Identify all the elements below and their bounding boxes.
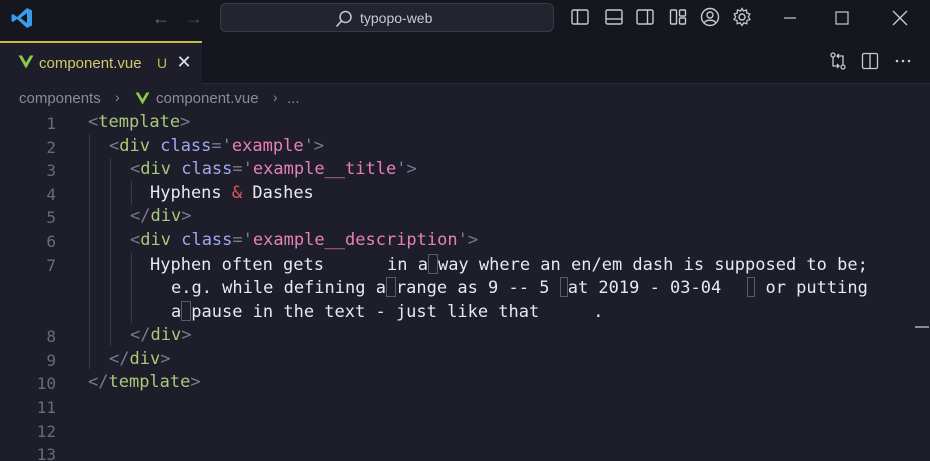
code-line: Hyphens & Dashes (150, 183, 314, 203)
breadcrumb-folder[interactable]: components (19, 90, 101, 107)
customize-layout-icon[interactable] (668, 7, 688, 27)
command-center-search[interactable]: typopo-web (220, 3, 554, 32)
line-number: 7 (46, 256, 56, 275)
code-line-wrapped: a pause in the text - just like that. (171, 301, 604, 322)
toggle-panel-icon[interactable] (604, 7, 624, 27)
line-number: 6 (46, 232, 56, 251)
code-line-wrapped: e.g. while defining a range as 9 -- 5 at … (171, 277, 868, 298)
unicode-highlight (559, 277, 568, 297)
code-line: </div> (130, 206, 192, 226)
close-window-icon[interactable] (888, 6, 912, 30)
maximize-icon[interactable] (830, 6, 854, 30)
code-editor[interactable]: 1 2 3 4 5 6 7 8 9 10 11 12 13 <template>… (0, 110, 930, 461)
minimap-cursor-marker (915, 326, 929, 328)
tab-component-vue[interactable]: component.vue U ✕ (0, 41, 202, 84)
search-icon (335, 10, 352, 28)
line-number: 11 (36, 398, 56, 417)
more-actions-icon[interactable] (893, 51, 913, 71)
minimize-icon[interactable] (778, 6, 802, 30)
breadcrumb-file[interactable]: component.vue (156, 90, 259, 107)
line-number: 12 (36, 422, 56, 441)
line-number: 5 (46, 208, 56, 227)
code-line: </div> (109, 349, 171, 369)
editor-tab-bar: component.vue U ✕ (0, 36, 930, 84)
toggle-primary-sidebar-icon[interactable] (570, 7, 590, 27)
line-number: 4 (46, 185, 56, 204)
unicode-highlight (181, 301, 192, 321)
code-line: Hyphen often gets in a way where an en/em … (150, 254, 868, 275)
split-editor-icon[interactable] (860, 51, 880, 71)
line-number: 8 (46, 327, 56, 346)
indent-guide (131, 181, 132, 205)
vscode-logo-icon[interactable] (10, 6, 34, 30)
line-number: 3 (46, 161, 56, 180)
code-line: <div class='example'> (109, 136, 325, 156)
breadcrumb: components › component.vue › ... (0, 86, 930, 110)
indent-guide (110, 158, 111, 346)
breadcrumb-ellipsis[interactable]: ... (287, 90, 300, 107)
tab-close-icon[interactable]: ✕ (176, 53, 192, 71)
code-line: <div class='example__description'> (130, 230, 479, 250)
vue-file-icon (135, 92, 150, 105)
code-line: <div class='example__title'> (130, 159, 417, 179)
line-number: 10 (36, 374, 56, 393)
vue-file-icon (18, 55, 34, 69)
line-number: 9 (46, 351, 56, 370)
chevron-right-icon: › (273, 89, 278, 105)
indent-guide (89, 134, 90, 369)
line-number: 13 (36, 445, 56, 461)
code-line: </div> (130, 325, 192, 345)
tab-label: component.vue (39, 55, 142, 72)
title-bar: ← → typopo-web (0, 0, 930, 36)
open-changes-icon[interactable] (828, 51, 848, 71)
settings-gear-icon[interactable] (732, 7, 752, 27)
unicode-highlight (385, 277, 396, 297)
untracked-badge: U (157, 55, 168, 71)
indent-guide (131, 253, 132, 323)
unicode-highlight (427, 254, 438, 274)
back-arrow-icon[interactable]: ← (151, 8, 171, 28)
forward-arrow-icon[interactable]: → (184, 8, 204, 28)
line-number: 2 (46, 138, 56, 157)
toggle-secondary-sidebar-icon[interactable] (635, 7, 655, 27)
line-number: 1 (46, 114, 56, 133)
chevron-right-icon: › (115, 89, 120, 105)
code-line: <template> (88, 112, 191, 132)
account-icon[interactable] (700, 7, 720, 27)
search-label: typopo-web (360, 10, 433, 26)
code-line: </template> (88, 372, 201, 392)
